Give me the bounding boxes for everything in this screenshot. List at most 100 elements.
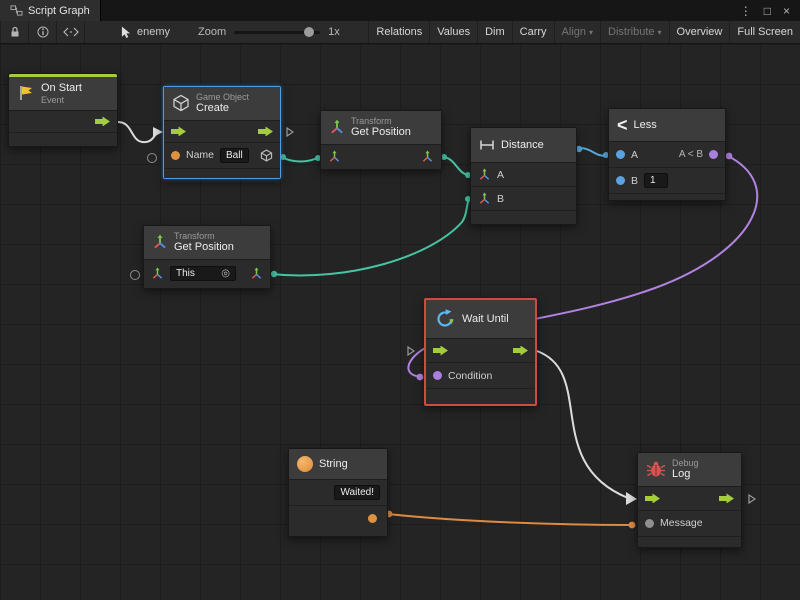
graph-toolbar: enemy Zoom 1x Relations Values Dim Carry…: [0, 21, 800, 44]
node-distance[interactable]: Distance A B: [470, 127, 577, 225]
b-value-input[interactable]: 1: [644, 173, 668, 188]
zoom-slider[interactable]: [234, 31, 320, 34]
node-get-position-2[interactable]: Transform Get Position This ◎: [143, 225, 271, 289]
node-wait-until[interactable]: Wait Until Condition: [424, 298, 537, 406]
toolbar-buttons: Relations Values Dim Carry Align▾ Distri…: [368, 21, 800, 43]
node-title: Log: [672, 468, 699, 481]
node-title: Get Position: [174, 241, 234, 254]
toolbar-button-carry[interactable]: Carry: [512, 21, 554, 43]
node-title: Create: [196, 102, 249, 115]
node-debug-log[interactable]: Debug Log Message: [637, 452, 742, 548]
gameobject-output-port[interactable]: [260, 149, 273, 162]
vector3-output-port[interactable]: [421, 150, 434, 163]
string-output-port[interactable]: [368, 514, 377, 523]
node-string-literal[interactable]: String Waited!: [288, 448, 388, 537]
control-input-port[interactable]: [171, 126, 186, 136]
distance-icon: [479, 138, 495, 152]
wire-getposition-to-distance-a[interactable]: [442, 157, 470, 175]
zoom-value: 1x: [328, 26, 340, 38]
graph-name: enemy: [121, 21, 170, 43]
number-input-port-a[interactable]: [616, 150, 625, 159]
zoom-control: Zoom 1x: [198, 21, 340, 43]
node-title: String: [319, 458, 348, 470]
wait-timer-icon: [434, 308, 456, 330]
graph-canvas[interactable]: On Start Event Game Object Create: [0, 44, 800, 600]
connection-arrow-icon: [407, 346, 415, 356]
boolean-input-port[interactable]: [433, 371, 442, 380]
dropdown-arrow-icon: ▾: [589, 28, 593, 37]
dropdown-arrow-icon: ▾: [658, 28, 662, 37]
connection-arrow-icon: [286, 127, 294, 137]
node-gameobject-create[interactable]: Game Object Create Name Ball: [163, 86, 281, 179]
info-button[interactable]: [29, 21, 57, 43]
wire-endpoint-dot: [417, 374, 424, 381]
node-on-start-event[interactable]: On Start Event: [8, 73, 118, 147]
target-input[interactable]: This ◎: [170, 266, 236, 281]
node-category: Transform: [174, 231, 234, 241]
node-subtitle: Event: [41, 95, 82, 105]
vector3-output-port[interactable]: [250, 267, 263, 280]
toolbar-button-values[interactable]: Values: [429, 21, 477, 43]
node-less[interactable]: < Less A A < B B 1: [608, 108, 726, 201]
string-type-icon: [297, 456, 313, 472]
graph-name-label: enemy: [137, 26, 170, 38]
toolbar-button-distribute[interactable]: Distribute▾: [600, 21, 668, 43]
string-value-input[interactable]: Waited!: [334, 485, 380, 500]
cube-icon: [172, 94, 190, 112]
number-input-port-b[interactable]: [616, 176, 625, 185]
transform-input-port[interactable]: [328, 150, 341, 163]
wire-endpoint-dot: [271, 271, 277, 277]
control-output-port[interactable]: [258, 126, 273, 136]
message-input-port[interactable]: [645, 519, 654, 528]
boolean-output-port[interactable]: [709, 150, 718, 159]
lock-button[interactable]: [0, 21, 29, 43]
control-input-port[interactable]: [645, 493, 660, 503]
node-category: Debug: [672, 458, 699, 468]
less-icon: <: [617, 118, 628, 132]
node-category: Transform: [351, 116, 411, 126]
control-output-port[interactable]: [513, 346, 528, 356]
wire-waituntil-to-debuglog[interactable]: [537, 351, 628, 498]
wire-string-to-debuglog-message[interactable]: [388, 514, 633, 525]
vector3-input-port-b[interactable]: [478, 192, 491, 205]
string-input-port[interactable]: [171, 151, 180, 160]
control-output-port[interactable]: [719, 493, 734, 503]
close-icon[interactable]: ×: [783, 5, 790, 17]
transform-input-port[interactable]: [151, 267, 164, 280]
wire-getposition2-to-distance-b[interactable]: [271, 199, 470, 275]
wire-arrowhead: [626, 492, 637, 505]
node-title: Distance: [501, 139, 544, 151]
node-title: Wait Until: [462, 313, 509, 325]
toolbar-button-align[interactable]: Align▾: [554, 21, 600, 43]
vector3-input-port-a[interactable]: [478, 168, 491, 181]
wire-create-to-getposition[interactable]: [281, 157, 320, 162]
port-label: A: [631, 149, 638, 161]
control-input-port[interactable]: [433, 346, 448, 356]
titlebar: Script Graph ⋮ □ ×: [0, 0, 800, 22]
node-get-position-1[interactable]: Transform Get Position: [320, 110, 442, 170]
node-title: On Start: [41, 82, 82, 95]
toolbar-button-dim[interactable]: Dim: [477, 21, 512, 43]
tab-script-graph[interactable]: Script Graph: [0, 0, 101, 21]
control-output-port[interactable]: [95, 116, 110, 126]
window-controls: ⋮ □ ×: [740, 0, 800, 21]
code-view-button[interactable]: [57, 21, 85, 43]
zoom-slider-knob[interactable]: [304, 27, 314, 37]
toolbar-button-overview[interactable]: Overview: [669, 21, 730, 43]
transform-axis-icon: [152, 234, 168, 250]
port-label: B: [497, 193, 504, 205]
toolbar-button-relations[interactable]: Relations: [368, 21, 429, 43]
maximize-icon[interactable]: □: [764, 5, 771, 17]
toolbar-button-fullscreen[interactable]: Full Screen: [729, 21, 800, 43]
node-title: Get Position: [351, 126, 411, 139]
wire-endpoint-dot: [726, 153, 733, 160]
object-picker-icon[interactable]: ◎: [221, 268, 230, 279]
menu-icon[interactable]: ⋮: [740, 5, 752, 17]
connection-arrow-icon: [748, 494, 756, 504]
zoom-label: Zoom: [198, 26, 226, 38]
flag-icon: [17, 84, 35, 102]
name-input[interactable]: Ball: [220, 148, 249, 163]
script-graph-icon: [10, 5, 23, 16]
port-label: B: [631, 175, 638, 187]
info-icon: [37, 26, 49, 38]
